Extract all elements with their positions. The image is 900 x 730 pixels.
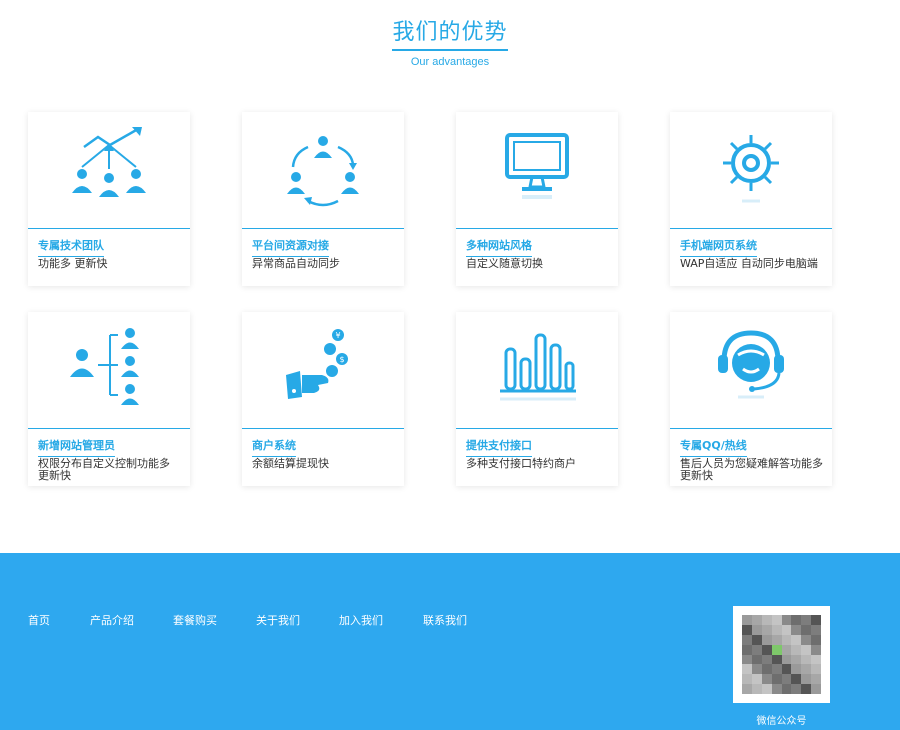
qr-pattern (742, 615, 821, 694)
card-divider (242, 428, 404, 429)
section-title: 我们的优势 (392, 14, 508, 51)
feature-card-resources[interactable]: 平台间资源对接 异常商品自动同步 (242, 112, 404, 286)
feature-card-merchant[interactable]: ¥ $ 商户系统 余额结算提现快 (242, 312, 404, 486)
feature-title[interactable]: 专属技术团队 (38, 237, 104, 257)
nav-link-contact[interactable]: 联系我们 (423, 612, 483, 628)
qr-label: 微信公众号 (756, 716, 807, 727)
feature-desc: 售后人员为您疑难解答功能多 更新快 (680, 457, 823, 482)
feature-desc: 余额结算提现快 (252, 457, 329, 470)
nav-link-products[interactable]: 产品介绍 (90, 612, 173, 628)
footer: 首页 产品介绍 套餐购买 关于我们 加入我们 联系我们 微信公众号 (0, 553, 900, 730)
feature-title[interactable]: 新增网站管理员 (38, 437, 115, 457)
feature-card-admin[interactable]: 新增网站管理员 权限分布自定义控制功能多 更新快 (28, 312, 190, 486)
feature-card-mobile[interactable]: 手机端网页系统 WAP自适应 自动同步电脑端 (670, 112, 832, 286)
feature-card-team[interactable]: 专属技术团队 功能多 更新快 (28, 112, 190, 286)
card-divider (670, 428, 832, 429)
svg-text:$: $ (339, 355, 344, 364)
feature-card-payment[interactable]: 提供支付接口 多种支付接口特约商户 (456, 312, 618, 486)
feature-title[interactable]: 提供支付接口 (466, 437, 532, 457)
card-divider (28, 428, 190, 429)
resource-cycle-icon (242, 112, 404, 228)
nav-link-plans[interactable]: 套餐购买 (173, 612, 256, 628)
feature-desc: 自定义随意切换 (466, 257, 543, 270)
bar-chart-icon (456, 312, 618, 428)
nav-link-join[interactable]: 加入我们 (339, 612, 423, 628)
feature-desc: WAP自适应 自动同步电脑端 (680, 257, 818, 270)
feature-title[interactable]: 多种网站风格 (466, 237, 532, 257)
card-divider (242, 228, 404, 229)
feature-title[interactable]: 专属QQ/热线 (680, 437, 747, 457)
section-heading: 我们的优势 Our advantages (0, 14, 900, 68)
feature-title[interactable]: 平台间资源对接 (252, 237, 329, 257)
svg-text:¥: ¥ (335, 331, 340, 340)
card-divider (456, 428, 618, 429)
card-divider (456, 228, 618, 229)
footer-nav: 首页 产品介绍 套餐购买 关于我们 加入我们 联系我们 (28, 612, 483, 628)
feature-card-styles[interactable]: 多种网站风格 自定义随意切换 (456, 112, 618, 286)
currency-hand-icon: ¥ $ (242, 312, 404, 428)
feature-desc: 权限分布自定义控制功能多 更新快 (38, 457, 170, 482)
gear-icon (670, 112, 832, 228)
card-divider (670, 228, 832, 229)
card-divider (28, 228, 190, 229)
monitor-icon (456, 112, 618, 228)
feature-desc: 多种支付接口特约商户 (466, 457, 576, 470)
feature-title[interactable]: 商户系统 (252, 437, 296, 457)
nav-link-home[interactable]: 首页 (28, 612, 90, 628)
admin-hierarchy-icon (28, 312, 190, 428)
section-subtitle: Our advantages (410, 56, 490, 68)
feature-card-support[interactable]: 专属QQ/热线 售后人员为您疑难解答功能多 更新快 (670, 312, 832, 486)
feature-desc: 异常商品自动同步 (252, 257, 340, 270)
nav-link-about[interactable]: 关于我们 (256, 612, 339, 628)
team-growth-icon (28, 112, 190, 228)
headset-support-icon (670, 312, 832, 428)
wechat-qr-code (733, 606, 830, 703)
feature-title[interactable]: 手机端网页系统 (680, 237, 757, 257)
feature-desc: 功能多 更新快 (38, 257, 108, 270)
